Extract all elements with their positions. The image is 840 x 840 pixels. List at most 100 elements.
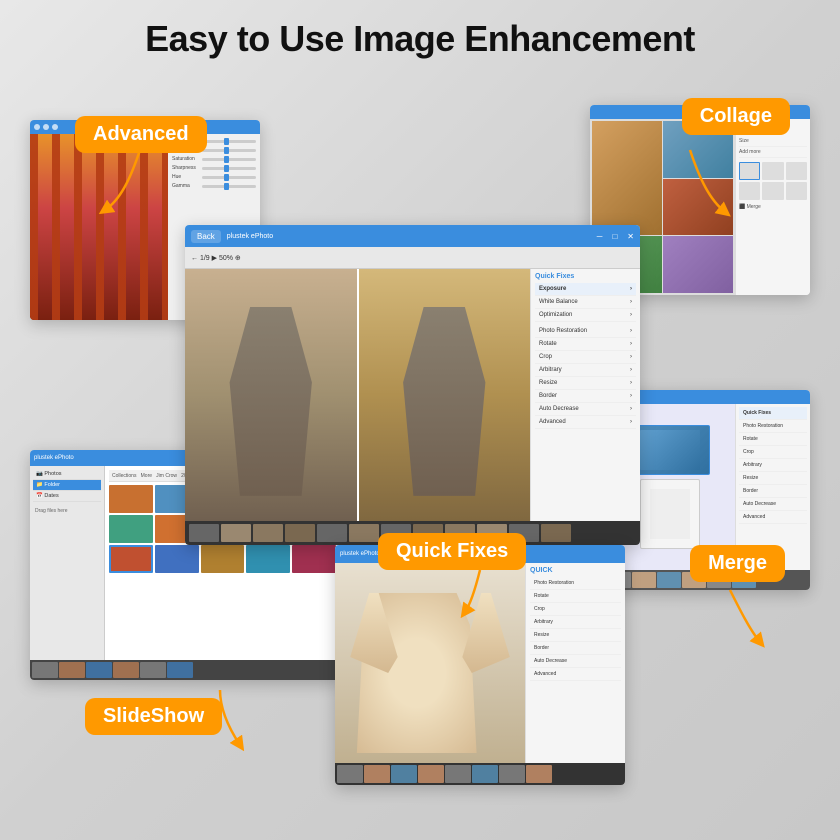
layout-option[interactable] [786,182,807,200]
panel-row: Size [739,136,807,147]
toolbar-label: ← 1/9 ▶ 50% ⊕ [191,254,241,262]
soldier-figure [219,307,322,496]
advanced-arrow [90,140,190,220]
panel-item-autodecrease[interactable]: Auto Decrease [530,655,621,668]
merge-button[interactable]: ⬛ Merge [739,204,807,210]
panel-item-border[interactable]: Border › [535,390,636,403]
panel-item-autodecrease[interactable]: Auto Decrease [739,498,807,511]
layout-option[interactable] [739,182,760,200]
slider[interactable] [202,167,256,170]
close-icon[interactable]: ✕ [627,232,634,241]
quickfixes-arrow [430,560,550,620]
panel-item-restoration[interactable]: Photo Restoration › [535,325,636,338]
film-thumb [499,765,525,783]
slider[interactable] [202,185,256,188]
window-ctrl-3 [52,124,58,130]
photo-thumb[interactable] [109,485,153,513]
panel-item-resize[interactable]: Resize [530,629,621,642]
film-thumb [541,524,571,542]
film-thumb [317,524,347,542]
panel-title: Quick Fixes [535,273,636,280]
panel-item-resize[interactable]: Resize [739,472,807,485]
panel-item-exposure[interactable]: Exposure › [535,283,636,296]
panel-item-quickfixes[interactable]: Quick Fixes [739,407,807,420]
chevron-icon: › [630,419,632,425]
panel-item-arbitrary[interactable]: Arbitrary › [535,364,636,377]
film-thumb [285,524,315,542]
layout-grid [739,162,807,200]
film-thumb [189,524,219,542]
chevron-icon: › [630,380,632,386]
drag-area: Drag files here [33,506,101,516]
back-button[interactable]: Back [191,230,221,243]
toolbar: ← 1/9 ▶ 50% ⊕ [185,247,640,269]
panel-item-resize[interactable]: Resize › [535,377,636,390]
panel-item-advanced[interactable]: Advanced [530,668,621,681]
panel-item-border[interactable]: Border [739,485,807,498]
slider[interactable] [202,158,256,161]
panel-item-advanced[interactable]: Advanced › [535,416,636,429]
chevron-icon: › [630,393,632,399]
panel-item-autodecrease[interactable]: Auto Decrease › [535,403,636,416]
panel-item-arbitrary[interactable]: Arbitrary [739,459,807,472]
photo-thumb[interactable] [109,515,153,543]
panel-item-advanced[interactable]: Advanced [739,511,807,524]
panel-row: Add more [739,147,807,158]
minimize-icon[interactable]: ─ [597,232,603,241]
chevron-icon: › [630,328,632,334]
layout-option[interactable] [762,162,783,180]
filmstrip [335,763,625,785]
photo-thumb[interactable] [292,545,336,573]
slideshow-sidebar: 📷 Photos 📁 Folder 📅 Dates Drag files her… [30,466,105,660]
panel-item-opt[interactable]: Optimization › [535,309,636,322]
collage-arrow [620,140,740,220]
soldier-figure [393,307,496,496]
panel-item-border[interactable]: Border [530,642,621,655]
slideshow-arrow [170,680,270,760]
film-thumb [349,524,379,542]
title-bar: Back plustek ePhoto ─ □ ✕ [185,225,640,247]
film-thumb [59,662,85,678]
merge-arrow [660,580,780,660]
panel-item-wb[interactable]: White Balance › [535,296,636,309]
photo-thumb[interactable] [155,545,199,573]
panel-item-rotate[interactable]: Rotate › [535,338,636,351]
photo-thumb[interactable] [246,545,290,573]
panel-item-rotate[interactable]: Rotate [739,433,807,446]
window-ctrl-1 [34,124,40,130]
slider[interactable] [202,140,256,143]
film-thumb [632,572,656,588]
film-thumb [418,765,444,783]
photo-thumb[interactable] [201,545,245,573]
sidebar-item-photos[interactable]: 📷 Photos [33,469,101,480]
app-label: plustek ePhoto [340,551,380,557]
chevron-icon: › [630,406,632,412]
film-thumb [32,662,58,678]
merge-bottom-image [640,479,700,549]
film-thumb [167,662,193,678]
sidebar-item-folder[interactable]: 📁 Folder [33,480,101,491]
panel-item-restoration[interactable]: Photo Restoration [739,420,807,433]
layout-option[interactable] [786,162,807,180]
slider[interactable] [202,149,256,152]
page-title: Easy to Use Image Enhancement [0,0,840,70]
film-thumb [140,662,166,678]
panel-item-crop[interactable]: Crop › [535,351,636,364]
panel-item-crop[interactable]: Crop [739,446,807,459]
maximize-icon[interactable]: □ [612,232,617,241]
sidebar-item-dates[interactable]: 📅 Dates [33,491,101,502]
chevron-icon: › [630,312,632,318]
before-photo [185,269,357,521]
chevron-icon: › [630,286,632,292]
photo-thumb[interactable] [109,545,153,573]
layout-option[interactable] [739,162,760,180]
side-panel: Quick Fixes Exposure › White Balance › O… [530,269,640,521]
chevron-icon: › [630,299,632,305]
main-screenshot: Back plustek ePhoto ─ □ ✕ ← 1/9 ▶ 50% ⊕ … [185,225,640,545]
collage-photo-5 [663,236,733,293]
layout-option[interactable] [762,182,783,200]
film-thumb [86,662,112,678]
film-thumb [445,765,471,783]
slider[interactable] [202,176,256,179]
collage-panel: Collage Photo Restoration Size Add more … [735,119,810,295]
